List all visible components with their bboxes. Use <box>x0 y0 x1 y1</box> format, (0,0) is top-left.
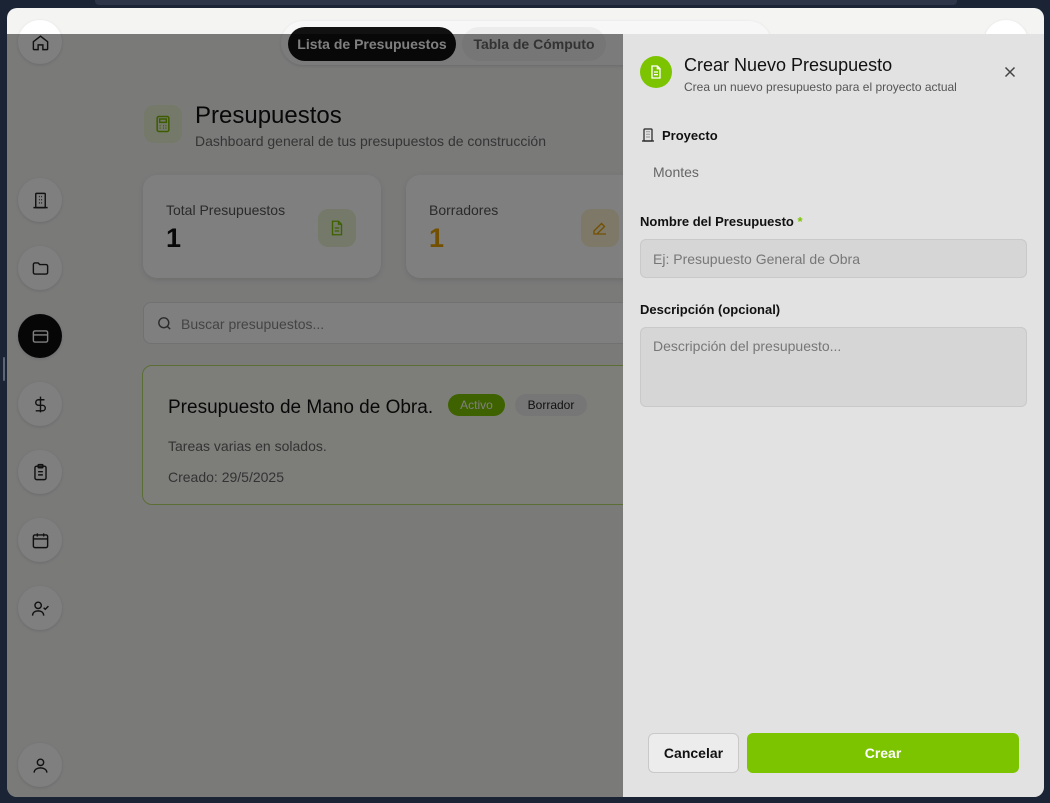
dialog-subtitle: Crea un nuevo presupuesto para el proyec… <box>684 80 957 94</box>
name-label-text: Nombre del Presupuesto <box>640 214 794 229</box>
create-budget-panel: Crear Nuevo Presupuesto Crea un nuevo pr… <box>623 34 1044 797</box>
budget-name-field[interactable] <box>640 239 1027 278</box>
close-icon[interactable] <box>1001 63 1019 81</box>
project-label: Proyecto <box>662 127 718 143</box>
document-icon <box>640 56 672 88</box>
building-icon <box>642 128 654 142</box>
budget-description-field[interactable] <box>640 327 1027 407</box>
dialog-title: Crear Nuevo Presupuesto <box>684 55 893 75</box>
project-label-row: Proyecto <box>640 127 718 143</box>
resize-handle[interactable] <box>3 357 5 381</box>
app-window: Lista de Presupuestos Tabla de Cómputo P… <box>7 8 1044 797</box>
create-button[interactable]: Crear <box>747 733 1019 773</box>
name-label: Nombre del Presupuesto * <box>640 214 803 229</box>
description-label: Descripción (opcional) <box>640 302 781 317</box>
required-marker: * <box>797 214 803 229</box>
cancel-button[interactable]: Cancelar <box>648 733 739 773</box>
project-value: Montes <box>653 164 699 180</box>
top-strip <box>95 0 957 5</box>
